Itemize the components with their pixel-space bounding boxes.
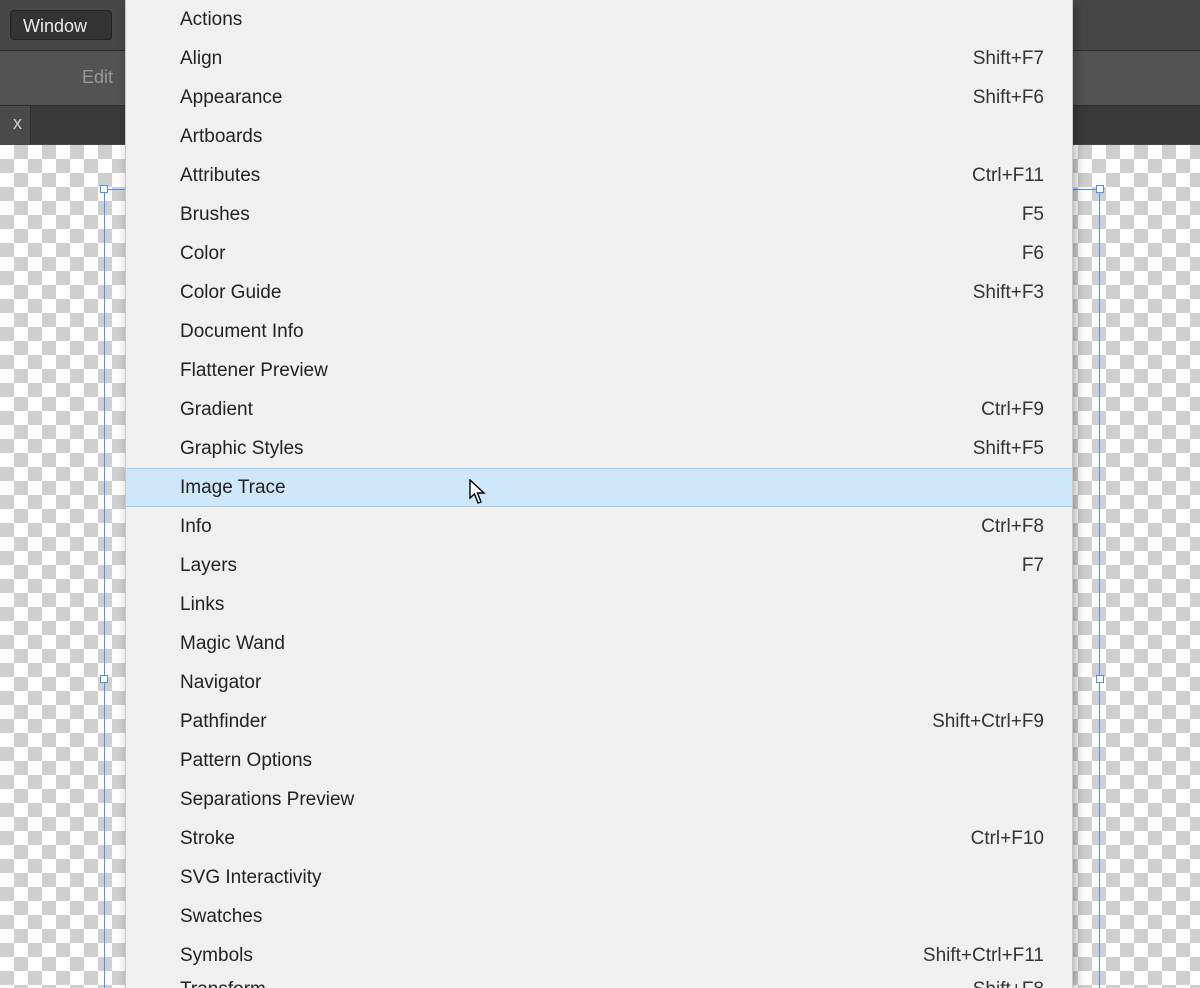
- menu-item-actions[interactable]: Actions: [126, 0, 1072, 39]
- menu-item-shortcut: Shift+F3: [973, 282, 1044, 304]
- menu-item-shortcut: Ctrl+F10: [971, 828, 1044, 850]
- menu-item-label: Attributes: [180, 165, 260, 187]
- menu-item-shortcut: Ctrl+F9: [981, 399, 1044, 421]
- menu-item-links[interactable]: Links: [126, 585, 1072, 624]
- menu-item-label: SVG Interactivity: [180, 867, 322, 889]
- menu-item-document-info[interactable]: Document Info: [126, 312, 1072, 351]
- menu-item-label: Pathfinder: [180, 711, 267, 733]
- menu-button-window[interactable]: Window: [10, 10, 112, 40]
- menu-item-label: Transform: [180, 979, 266, 988]
- menu-item-label: Color Guide: [180, 282, 281, 304]
- menu-item-magic-wand[interactable]: Magic Wand: [126, 624, 1072, 663]
- options-bar-fragment-edit: Edit: [82, 67, 113, 88]
- menu-item-label: Links: [180, 594, 224, 616]
- menu-item-attributes[interactable]: Attributes Ctrl+F11: [126, 156, 1072, 195]
- menu-item-label: Color: [180, 243, 225, 265]
- menu-item-color[interactable]: Color F6: [126, 234, 1072, 273]
- menu-item-svg-interactivity[interactable]: SVG Interactivity: [126, 858, 1072, 897]
- selection-handle-nw[interactable]: [100, 185, 108, 193]
- menu-item-shortcut: Shift+F6: [973, 87, 1044, 109]
- menu-item-shortcut: Shift+Ctrl+F11: [923, 945, 1044, 967]
- document-tab[interactable]: x: [0, 106, 31, 144]
- menu-item-shortcut: Shift+Ctrl+F9: [932, 711, 1044, 733]
- menu-item-shortcut: Shift+F5: [973, 438, 1044, 460]
- menu-item-label: Info: [180, 516, 212, 538]
- menu-item-label: Brushes: [180, 204, 250, 226]
- menu-item-label: Graphic Styles: [180, 438, 304, 460]
- menu-item-navigator[interactable]: Navigator: [126, 663, 1072, 702]
- menu-item-swatches[interactable]: Swatches: [126, 897, 1072, 936]
- menu-item-appearance[interactable]: Appearance Shift+F6: [126, 78, 1072, 117]
- selection-handle-e[interactable]: [1096, 675, 1104, 683]
- menu-item-info[interactable]: Info Ctrl+F8: [126, 507, 1072, 546]
- menu-item-flattener-preview[interactable]: Flattener Preview: [126, 351, 1072, 390]
- menu-item-stroke[interactable]: Stroke Ctrl+F10: [126, 819, 1072, 858]
- menu-item-label: Flattener Preview: [180, 360, 328, 382]
- menu-item-label: Navigator: [180, 672, 261, 694]
- menu-item-shortcut: Shift+F7: [973, 48, 1044, 70]
- menu-item-label: Actions: [180, 9, 242, 31]
- menu-item-shortcut: Shift+F8: [973, 979, 1044, 988]
- menu-item-shortcut: F6: [1022, 243, 1044, 265]
- menu-item-label: Magic Wand: [180, 633, 285, 655]
- menu-item-label: Separations Preview: [180, 789, 354, 811]
- menu-item-shortcut: Ctrl+F8: [981, 516, 1044, 538]
- menu-item-label: Appearance: [180, 87, 282, 109]
- menu-item-label: Stroke: [180, 828, 235, 850]
- menu-item-label: Gradient: [180, 399, 253, 421]
- menu-item-artboards[interactable]: Artboards: [126, 117, 1072, 156]
- menu-item-layers[interactable]: Layers F7: [126, 546, 1072, 585]
- menu-item-label: Artboards: [180, 126, 262, 148]
- menu-item-symbols[interactable]: Symbols Shift+Ctrl+F11: [126, 936, 1072, 975]
- menu-item-brushes[interactable]: Brushes F5: [126, 195, 1072, 234]
- menu-item-shortcut: F5: [1022, 204, 1044, 226]
- menu-item-color-guide[interactable]: Color Guide Shift+F3: [126, 273, 1072, 312]
- menu-item-label: Align: [180, 48, 222, 70]
- selection-handle-w[interactable]: [100, 675, 108, 683]
- window-menu-dropdown: Actions Align Shift+F7 Appearance Shift+F6 Ar…: [125, 0, 1073, 988]
- menu-item-shortcut: Ctrl+F11: [972, 165, 1044, 187]
- menu-item-graphic-styles[interactable]: Graphic Styles Shift+F5: [126, 429, 1072, 468]
- menu-item-align[interactable]: Align Shift+F7: [126, 39, 1072, 78]
- menu-item-label: Symbols: [180, 945, 253, 967]
- selection-handle-ne[interactable]: [1096, 185, 1104, 193]
- menu-item-label: Document Info: [180, 321, 304, 343]
- menu-item-label: Layers: [180, 555, 237, 577]
- menu-item-gradient[interactable]: Gradient Ctrl+F9: [126, 390, 1072, 429]
- menu-item-label: Image Trace: [180, 477, 286, 499]
- menu-item-shortcut: F7: [1022, 555, 1044, 577]
- menu-item-label: Swatches: [180, 906, 262, 928]
- menu-item-transform[interactable]: Transform Shift+F8: [126, 975, 1072, 988]
- close-icon[interactable]: x: [13, 114, 22, 132]
- menu-item-pathfinder[interactable]: Pathfinder Shift+Ctrl+F9: [126, 702, 1072, 741]
- menu-item-separations-preview[interactable]: Separations Preview: [126, 780, 1072, 819]
- menu-item-label: Pattern Options: [180, 750, 312, 772]
- menu-item-image-trace[interactable]: Image Trace: [126, 468, 1072, 507]
- menu-item-pattern-options[interactable]: Pattern Options: [126, 741, 1072, 780]
